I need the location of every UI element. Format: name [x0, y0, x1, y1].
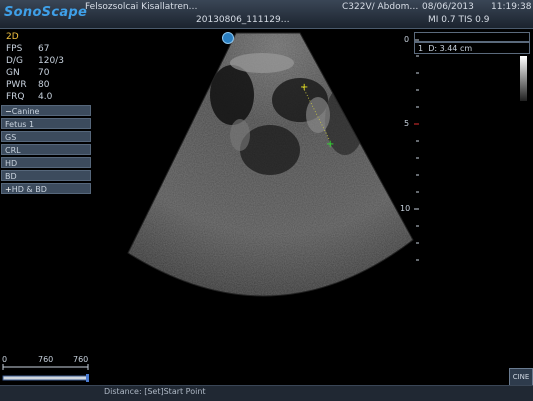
param-row: FPS 67 [6, 43, 64, 55]
caliper-end-marker: + [326, 139, 334, 150]
exam-date: 08/06/2013 [422, 2, 474, 12]
menu-item-label: Fetus 1 [5, 120, 35, 129]
menu-item-crl[interactable]: CRL [1, 144, 91, 155]
imaging-parameters: 2D FPS 67 D/G 120/3 GN 70 PWR 80 FRQ 4.0 [6, 31, 64, 103]
measurement-index: 1 [418, 44, 424, 53]
collapse-icon: − [5, 107, 12, 116]
param-row: PWR 80 [6, 79, 64, 91]
menu-item-fetus-1[interactable]: Fetus 1 [1, 118, 91, 129]
menu-item-label: BD [5, 172, 17, 181]
cine-scale-bar[interactable] [0, 355, 92, 383]
param-value: 4.0 [38, 92, 53, 102]
menu-item-canine[interactable]: −Canine [1, 105, 91, 116]
brand-logo: SonoScape [4, 5, 88, 20]
param-row: GN 70 [6, 67, 64, 79]
param-value: 80 [38, 80, 50, 90]
caliper-start-marker: + [300, 82, 308, 93]
param-key: D/G [6, 56, 23, 66]
param-key: FRQ [6, 92, 25, 102]
top-bar: SonoScape Felsozsolcai Kisallatren… 2013… [0, 0, 533, 29]
measurement-value: D: 3.44 cm [428, 44, 473, 53]
menu-item-gs[interactable]: GS [1, 131, 91, 142]
grayscale-bar [520, 56, 527, 101]
imaging-mode: 2D [6, 32, 19, 42]
depth-ruler [414, 39, 419, 261]
ultrasound-image: + + [127, 32, 414, 297]
expand-icon: + [5, 185, 12, 194]
param-value: 70 [38, 68, 50, 78]
menu-item-hd[interactable]: HD [1, 157, 91, 168]
menu-item-bd[interactable]: BD [1, 170, 91, 181]
menu-item-hd-bd[interactable]: +HD & BD [1, 183, 91, 194]
safety-indices: MI 0.7 TIS 0.9 [428, 15, 490, 25]
menu-item-label: HD [5, 159, 18, 168]
param-row: D/G 120/3 [6, 55, 64, 67]
image-id: 20130806_111129… [196, 15, 290, 25]
probe-preset: C322V/ Abdom… [342, 2, 419, 12]
param-key: PWR [6, 80, 27, 90]
param-value: 120/3 [38, 56, 64, 66]
cine-button[interactable]: CINE [509, 368, 533, 386]
param-row: FRQ 4.0 [6, 91, 64, 103]
param-value: 67 [38, 44, 50, 54]
menu-item-label: CRL [5, 146, 21, 155]
depth-label-5: 5 [404, 119, 410, 128]
menu-item-label: GS [5, 133, 17, 142]
status-bar [0, 385, 533, 401]
status-text: Distance: [Set]Start Point [104, 387, 206, 396]
menu-item-label: Canine [11, 107, 40, 116]
param-key: FPS [6, 44, 23, 54]
param-key: GN [6, 68, 20, 78]
patient-name: Felsozsolcai Kisallatren… [85, 2, 198, 12]
menu-item-label: HD & BD [11, 185, 47, 194]
exam-time: 11:19:38 [491, 2, 532, 12]
measurement-header [414, 32, 530, 42]
measurement-menu: −Canine Fetus 1 GS CRL HD BD +HD & BD [1, 105, 91, 196]
measurement-result: 1 D: 3.44 cm [414, 42, 530, 54]
probe-orientation-icon [222, 32, 234, 44]
depth-label-10: 10 [400, 204, 411, 213]
